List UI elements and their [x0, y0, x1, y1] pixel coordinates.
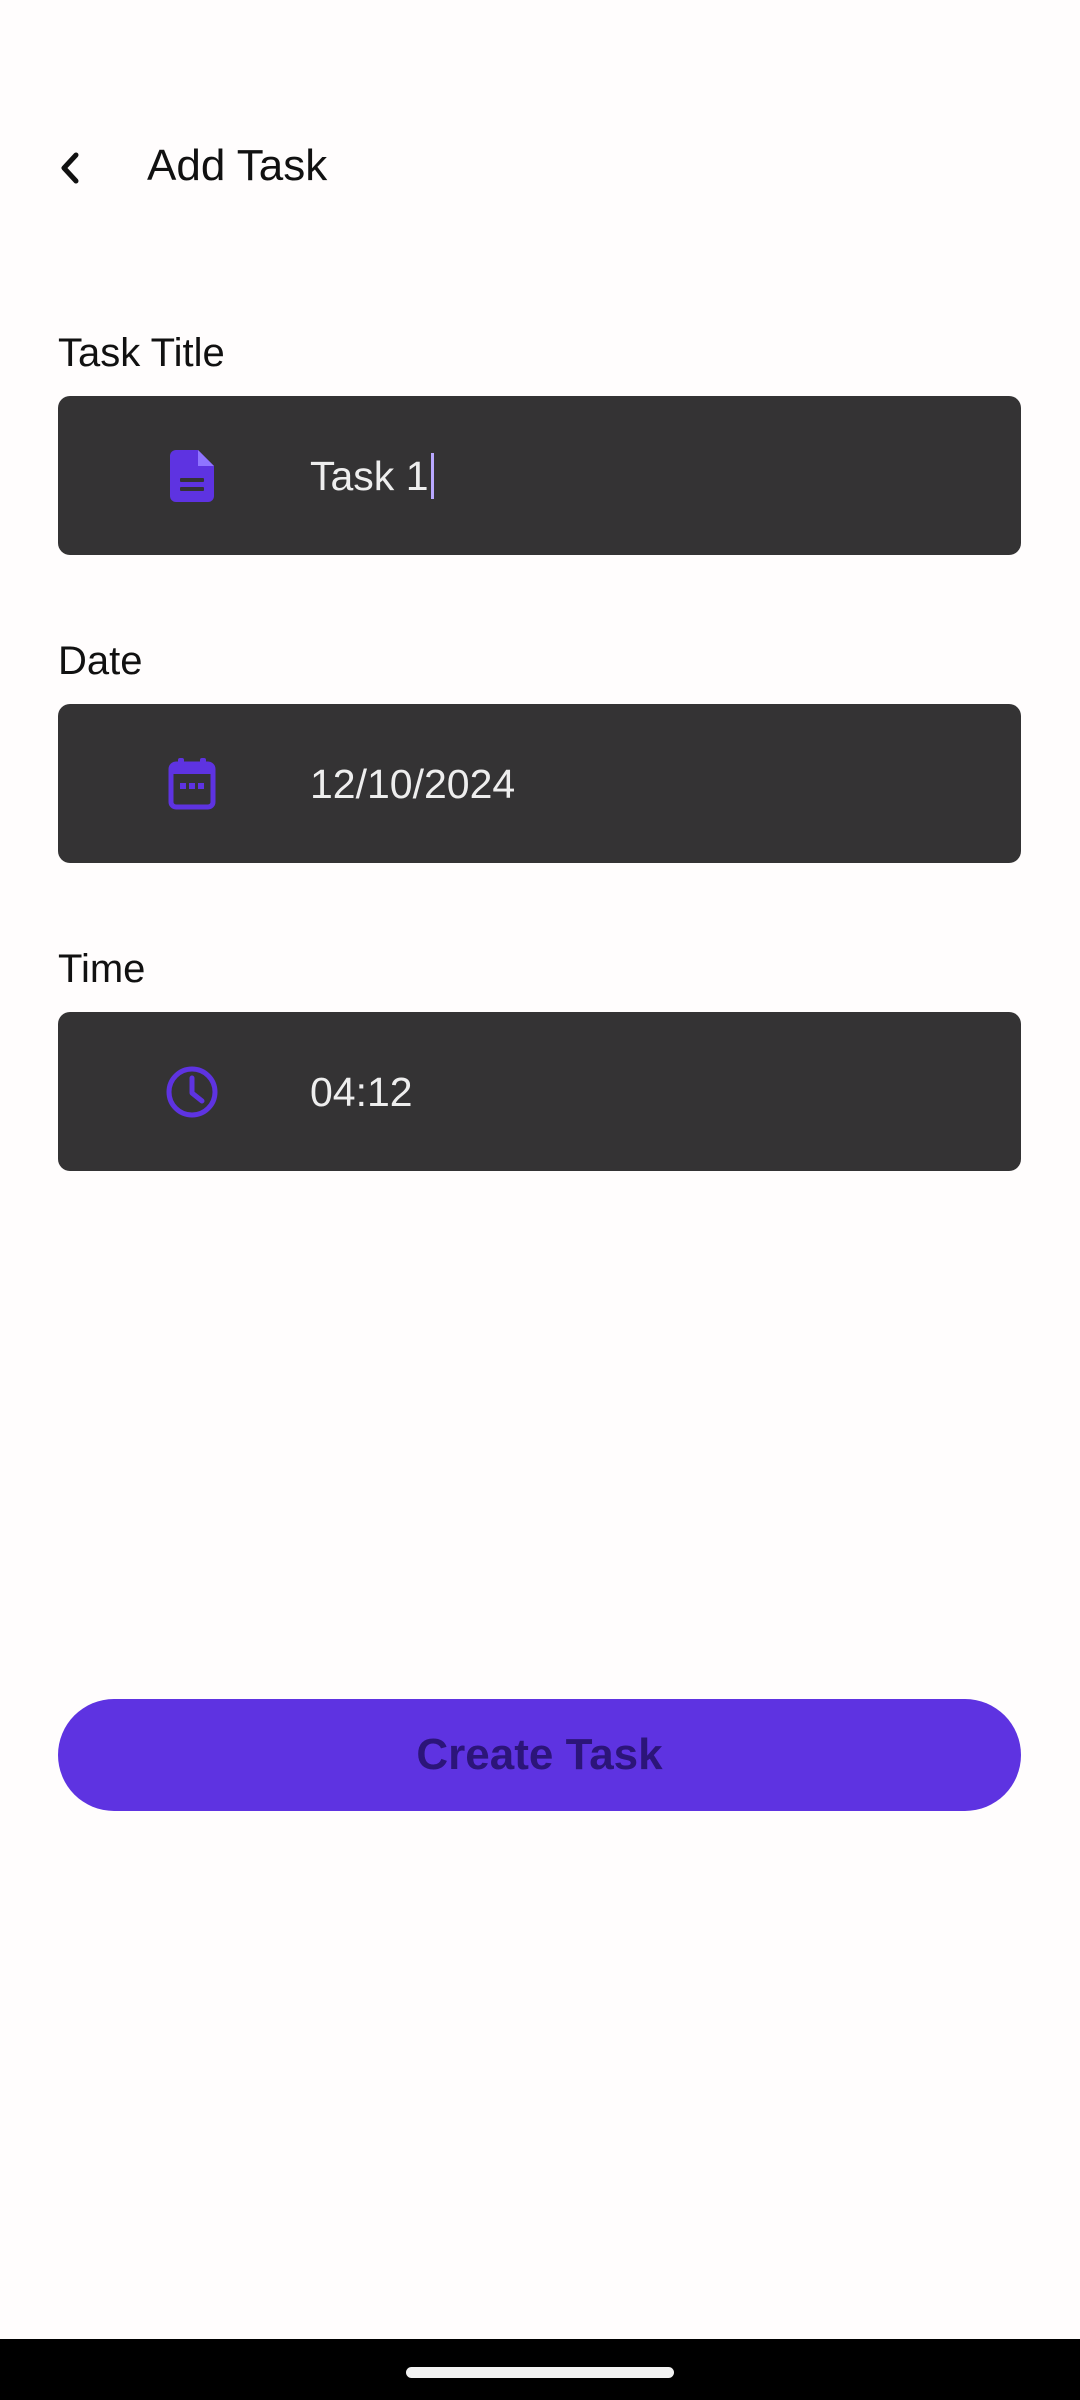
app-header: Add Task [0, 110, 1080, 230]
task-title-value: Task 1 [310, 453, 429, 499]
time-label: Time [58, 947, 146, 991]
create-task-button[interactable]: Create Task [58, 1699, 1021, 1811]
system-navigation-bar [0, 2339, 1080, 2400]
time-input[interactable]: 04:12 [58, 1012, 1021, 1171]
task-title-value-wrap: Task 1 [310, 446, 434, 506]
time-value: 04:12 [310, 1069, 413, 1115]
task-title-input[interactable]: Task 1 [58, 396, 1021, 555]
home-indicator[interactable] [406, 2367, 674, 2378]
chevron-left-icon [61, 152, 79, 184]
date-input[interactable]: 12/10/2024 [58, 704, 1021, 863]
date-label: Date [58, 639, 143, 683]
create-task-label: Create Task [416, 1730, 663, 1779]
document-icon [156, 443, 228, 509]
task-title-label: Task Title [58, 331, 225, 375]
calendar-icon [156, 751, 228, 817]
text-caret [430, 453, 434, 499]
date-value: 12/10/2024 [310, 761, 516, 807]
back-button[interactable] [40, 138, 100, 198]
clock-icon [156, 1059, 228, 1125]
page-title: Add Task [147, 141, 328, 190]
